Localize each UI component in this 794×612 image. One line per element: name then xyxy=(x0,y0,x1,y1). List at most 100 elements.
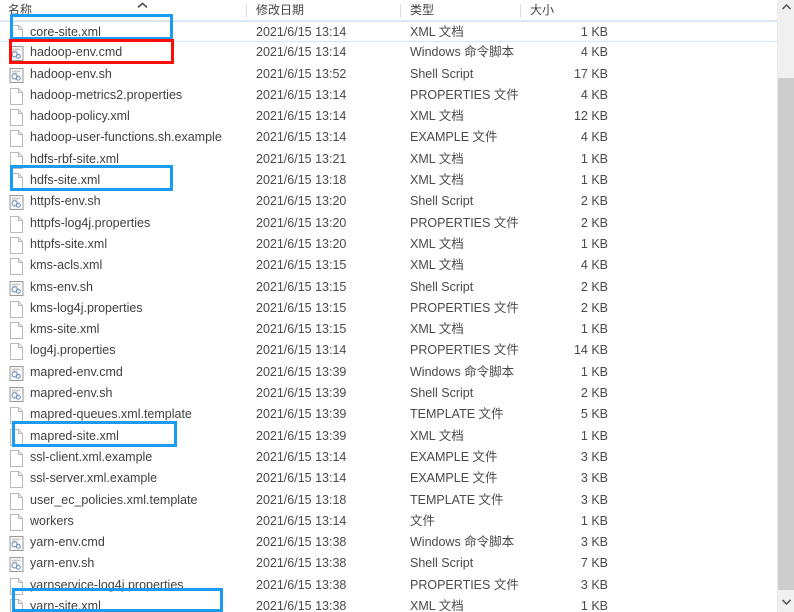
file-name-cell: log4j.properties xyxy=(30,343,116,358)
generic-file-icon xyxy=(9,87,24,105)
script-file-icon xyxy=(9,194,24,211)
file-size-cell: 3 KB xyxy=(580,492,608,507)
file-size-cell: 17 KB xyxy=(573,66,608,81)
file-date-cell: 2021/6/15 13:15 xyxy=(256,258,347,273)
file-row[interactable]: user_ec_policies.xml.template 2021/6/15 1… xyxy=(0,490,777,511)
file-size-cell: 7 KB xyxy=(580,556,608,571)
file-date-cell: 2021/6/15 13:39 xyxy=(256,407,347,422)
file-row[interactable]: ssl-client.xml.example 2021/6/15 13:14 EXA… xyxy=(0,447,777,468)
chevron-up-icon[interactable] xyxy=(134,0,150,12)
file-type-cell: XML 文档 xyxy=(410,25,464,39)
file-size-cell: 1 KB xyxy=(580,599,608,612)
column-divider[interactable] xyxy=(520,4,521,18)
column-header-bar: 名称 修改日期 类型 大小 xyxy=(0,0,777,21)
file-date-cell: 2021/6/15 13:15 xyxy=(256,300,347,315)
file-row[interactable]: hadoop-metrics2.properties 2021/6/15 13:1… xyxy=(0,85,777,106)
scroll-up-arrow-icon[interactable] xyxy=(778,0,794,17)
file-type-cell: Shell Script xyxy=(410,194,474,209)
file-date-cell: 2021/6/15 13:20 xyxy=(256,236,347,251)
file-date-cell: 2021/6/15 13:14 xyxy=(256,343,347,358)
file-name-cell: workers xyxy=(30,513,74,528)
file-type-cell: XML 文档 xyxy=(410,236,464,251)
column-divider[interactable] xyxy=(400,4,401,18)
file-type-cell: EXAMPLE 文件 xyxy=(410,130,498,145)
file-date-cell: 2021/6/15 13:14 xyxy=(256,45,347,60)
file-row[interactable]: httpfs-log4j.properties 2021/6/15 13:20 PR… xyxy=(0,213,777,234)
file-type-cell: EXAMPLE 文件 xyxy=(410,471,498,486)
file-name-cell: mapred-queues.xml.template xyxy=(30,407,192,422)
file-row[interactable]: yarn-env.cmd 2021/6/15 13:38 Windows 命令脚本 3… xyxy=(0,532,777,553)
file-date-cell: 2021/6/15 13:15 xyxy=(256,322,347,337)
file-name-cell: hadoop-env.cmd xyxy=(30,45,123,60)
file-type-cell: TEMPLATE 文件 xyxy=(410,407,504,422)
generic-file-icon xyxy=(9,151,24,169)
file-type-cell: XML 文档 xyxy=(410,322,464,337)
file-row[interactable]: mapred-env.sh 2021/6/15 13:39 Shell Script… xyxy=(0,383,777,404)
script-file-icon xyxy=(9,535,24,552)
file-row[interactable]: kms-env.sh 2021/6/15 13:15 Shell Script 2 K… xyxy=(0,277,777,298)
file-row[interactable]: kms-log4j.properties 2021/6/15 13:15 PROPE… xyxy=(0,298,777,319)
generic-file-icon xyxy=(9,236,24,254)
file-name-cell: mapred-site.xml xyxy=(30,428,119,443)
file-row[interactable]: hadoop-env.cmd 2021/6/15 13:14 Windows 命令脚… xyxy=(0,42,777,63)
generic-file-icon xyxy=(9,599,24,612)
file-row[interactable]: httpfs-site.xml 2021/6/15 13:20 XML 文档 1 KB xyxy=(0,234,777,255)
file-name-cell: kms-site.xml xyxy=(30,322,100,337)
file-size-cell: 1 KB xyxy=(580,173,608,188)
file-name-cell: httpfs-site.xml xyxy=(30,236,108,251)
file-row[interactable]: hadoop-policy.xml 2021/6/15 13:14 XML 文档 12… xyxy=(0,106,777,127)
column-header-type-label: 类型 xyxy=(410,3,435,17)
scrollbar-thumb[interactable] xyxy=(778,78,794,590)
file-row[interactable]: hdfs-site.xml 2021/6/15 13:18 XML 文档 1 KB xyxy=(0,170,777,191)
file-date-cell: 2021/6/15 13:14 xyxy=(256,449,347,464)
file-date-cell: 2021/6/15 13:39 xyxy=(256,386,347,401)
file-size-cell: 1 KB xyxy=(580,25,608,39)
file-row[interactable]: mapred-site.xml 2021/6/15 13:39 XML 文档 1 KB xyxy=(0,426,777,447)
file-row[interactable]: hadoop-user-functions.sh.example 2021/6/1… xyxy=(0,127,777,148)
file-date-cell: 2021/6/15 13:38 xyxy=(256,535,347,550)
file-row[interactable]: mapred-env.cmd 2021/6/15 13:39 Windows 命令脚… xyxy=(0,362,777,383)
file-type-cell: EXAMPLE 文件 xyxy=(410,449,498,464)
file-type-cell: Windows 命令脚本 xyxy=(410,535,515,550)
file-name-cell: ssl-client.xml.example xyxy=(30,449,153,464)
file-name-cell: yarn-env.sh xyxy=(30,556,95,571)
script-file-icon xyxy=(9,556,24,573)
file-name-cell: ssl-server.xml.example xyxy=(30,471,158,486)
file-type-cell: PROPERTIES 文件 xyxy=(410,343,519,358)
column-header-date-modified[interactable]: 修改日期 xyxy=(246,1,400,20)
file-type-cell: Shell Script xyxy=(410,279,474,294)
scroll-down-arrow-icon[interactable] xyxy=(778,595,794,612)
file-row[interactable]: httpfs-env.sh 2021/6/15 13:20 Shell Script… xyxy=(0,191,777,212)
file-date-cell: 2021/6/15 13:20 xyxy=(256,215,347,230)
file-type-cell: XML 文档 xyxy=(410,258,464,273)
file-size-cell: 3 KB xyxy=(580,535,608,550)
file-row[interactable]: core-site.xml 2021/6/15 13:14 XML 文档 1 KB xyxy=(0,21,777,43)
script-file-icon xyxy=(9,67,24,83)
vertical-scrollbar[interactable] xyxy=(777,0,794,612)
file-row[interactable]: kms-site.xml 2021/6/15 13:15 XML 文档 1 KB xyxy=(0,319,777,340)
file-row[interactable]: yarnservice-log4j.properties 2021/6/15 13… xyxy=(0,575,777,596)
file-size-cell: 2 KB xyxy=(580,215,608,230)
file-date-cell: 2021/6/15 13:20 xyxy=(256,194,347,209)
file-date-cell: 2021/6/15 13:14 xyxy=(256,513,347,528)
file-type-cell: XML 文档 xyxy=(410,599,464,612)
file-row[interactable]: yarn-env.sh 2021/6/15 13:38 Shell Script 7 … xyxy=(0,553,777,574)
file-name-cell: hadoop-policy.xml xyxy=(30,109,130,124)
column-header-name[interactable]: 名称 xyxy=(8,1,246,20)
column-header-type[interactable]: 类型 xyxy=(400,1,520,20)
file-row[interactable]: yarn-site.xml 2021/6/15 13:38 XML 文档 1 KB xyxy=(0,596,777,612)
file-row[interactable]: log4j.properties 2021/6/15 13:14 PROPERTIE… xyxy=(0,340,777,361)
file-row[interactable]: hdfs-rbf-site.xml 2021/6/15 13:21 XML 文档 1 … xyxy=(0,149,777,170)
file-row[interactable]: workers 2021/6/15 13:14 文件 1 KB xyxy=(0,511,777,532)
generic-file-icon xyxy=(9,215,24,233)
file-size-cell: 3 KB xyxy=(580,577,608,592)
file-list[interactable]: core-site.xml 2021/6/15 13:14 XML 文档 1 KB ha… xyxy=(0,21,777,612)
generic-file-icon xyxy=(9,25,24,42)
file-row[interactable]: kms-acls.xml 2021/6/15 13:15 XML 文档 4 KB xyxy=(0,255,777,276)
column-header-size[interactable]: 大小 xyxy=(520,1,620,20)
file-row[interactable]: mapred-queues.xml.template 2021/6/15 13:3… xyxy=(0,404,777,425)
file-name-cell: httpfs-env.sh xyxy=(30,194,101,209)
file-row[interactable]: ssl-server.xml.example 2021/6/15 13:14 EXA… xyxy=(0,468,777,489)
column-divider[interactable] xyxy=(246,4,247,18)
file-row[interactable]: hadoop-env.sh 2021/6/15 13:52 Shell Script… xyxy=(0,64,777,85)
